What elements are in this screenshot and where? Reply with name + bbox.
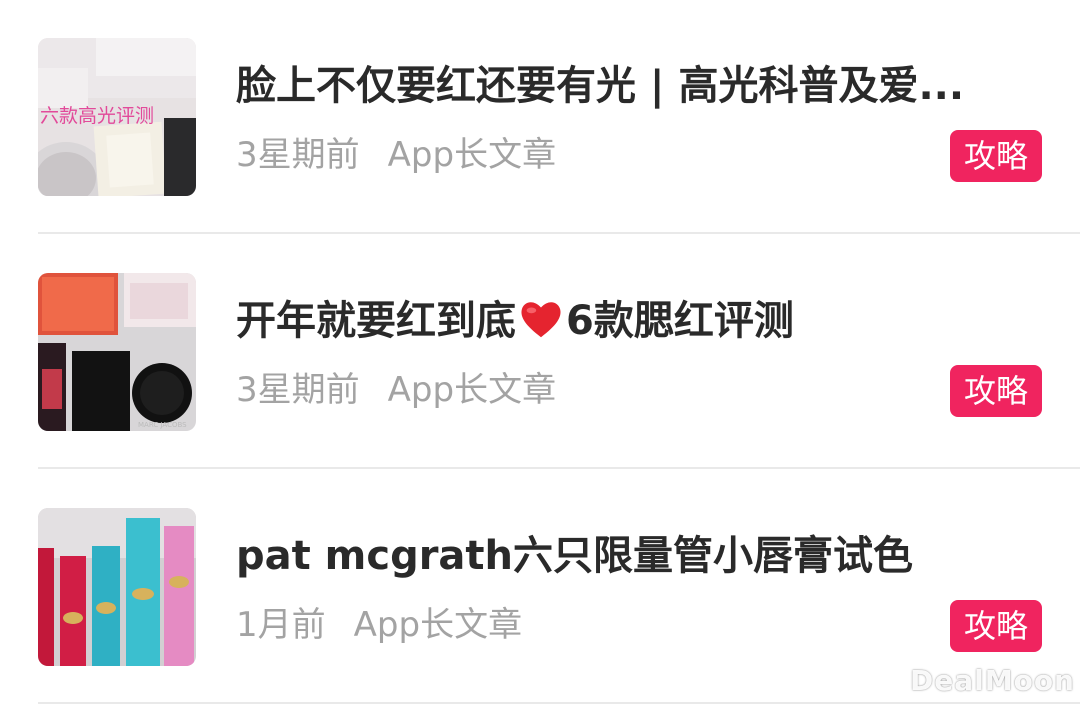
heart-emoji-icon bbox=[521, 302, 561, 338]
article-source: App长文章 bbox=[387, 135, 557, 175]
article-thumbnail[interactable]: MARC JACOBS bbox=[38, 273, 196, 431]
svg-text:六款高光评测: 六款高光评测 bbox=[40, 105, 154, 127]
article-thumbnail[interactable] bbox=[38, 508, 196, 666]
list-item[interactable]: 六款高光评测 脸上不仅要红还要有光 | 高光科普及爱... 3星期前 App长文章… bbox=[0, 0, 1080, 234]
svg-text:MARC JACOBS: MARC JACOBS bbox=[138, 421, 187, 429]
watermark: DealMoon bbox=[910, 664, 1075, 697]
article-title[interactable]: 脸上不仅要红还要有光 | 高光科普及爱... bbox=[236, 56, 1016, 116]
article-source: App长文章 bbox=[353, 605, 523, 645]
divider bbox=[38, 232, 1080, 234]
article-meta: 3星期前 App长文章 bbox=[236, 128, 556, 182]
highlighter-products-image: 六款高光评测 bbox=[38, 38, 196, 196]
article-title[interactable]: 开年就要红到底 6款腮红评测 bbox=[236, 291, 1016, 351]
article-time: 3星期前 bbox=[236, 370, 360, 410]
blush-palettes-image: MARC JACOBS bbox=[38, 273, 196, 431]
article-time: 1月前 bbox=[236, 605, 326, 645]
article-list-page: 六款高光评测 脸上不仅要红还要有光 | 高光科普及爱... 3星期前 App长文章… bbox=[0, 0, 1080, 705]
guide-tag-badge: 攻略 bbox=[950, 365, 1042, 417]
article-time: 3星期前 bbox=[236, 135, 360, 175]
guide-tag-badge: 攻略 bbox=[950, 600, 1042, 652]
lipsticks-image bbox=[38, 508, 196, 666]
divider bbox=[38, 702, 1080, 704]
divider bbox=[38, 467, 1080, 469]
article-meta: 1月前 App长文章 bbox=[236, 598, 522, 652]
article-title-part: 开年就要红到底 bbox=[236, 298, 516, 344]
list-item[interactable]: MARC JACOBS 开年就要红到底 6款腮红评测 3星期前 App长文章 攻略 bbox=[0, 235, 1080, 469]
article-title[interactable]: pat mcgrath六只限量管小唇膏试色 bbox=[236, 526, 1016, 586]
article-title-part: 6款腮红评测 bbox=[566, 298, 794, 344]
article-thumbnail[interactable]: 六款高光评测 bbox=[38, 38, 196, 196]
guide-tag-badge: 攻略 bbox=[950, 130, 1042, 182]
article-meta: 3星期前 App长文章 bbox=[236, 363, 556, 417]
article-source: App长文章 bbox=[387, 370, 557, 410]
